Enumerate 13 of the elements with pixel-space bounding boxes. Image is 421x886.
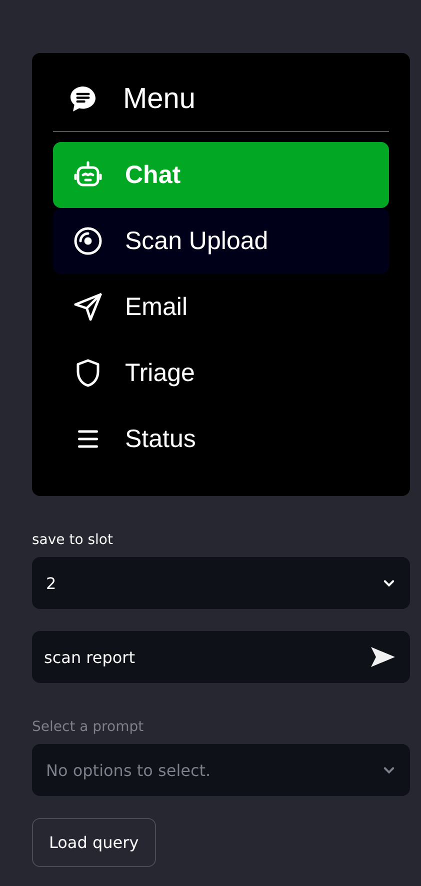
menu-item[interactable]: Email bbox=[53, 274, 389, 340]
send-icon[interactable] bbox=[370, 646, 396, 668]
load-query-button[interactable]: Load query bbox=[32, 818, 156, 867]
query-input[interactable]: scan report bbox=[32, 631, 410, 683]
field-label: Select a prompt bbox=[32, 719, 145, 735]
field-label: save to slot bbox=[32, 532, 114, 548]
disc-icon bbox=[73, 226, 103, 256]
menu-item[interactable]: Triage bbox=[53, 340, 389, 406]
menu-item[interactable]: Scan Upload bbox=[53, 208, 389, 274]
menu-title: Menu bbox=[123, 82, 196, 116]
menu-item[interactable]: Status bbox=[53, 406, 389, 472]
slot-select[interactable]: 2 bbox=[32, 557, 410, 609]
send-icon bbox=[73, 292, 103, 322]
